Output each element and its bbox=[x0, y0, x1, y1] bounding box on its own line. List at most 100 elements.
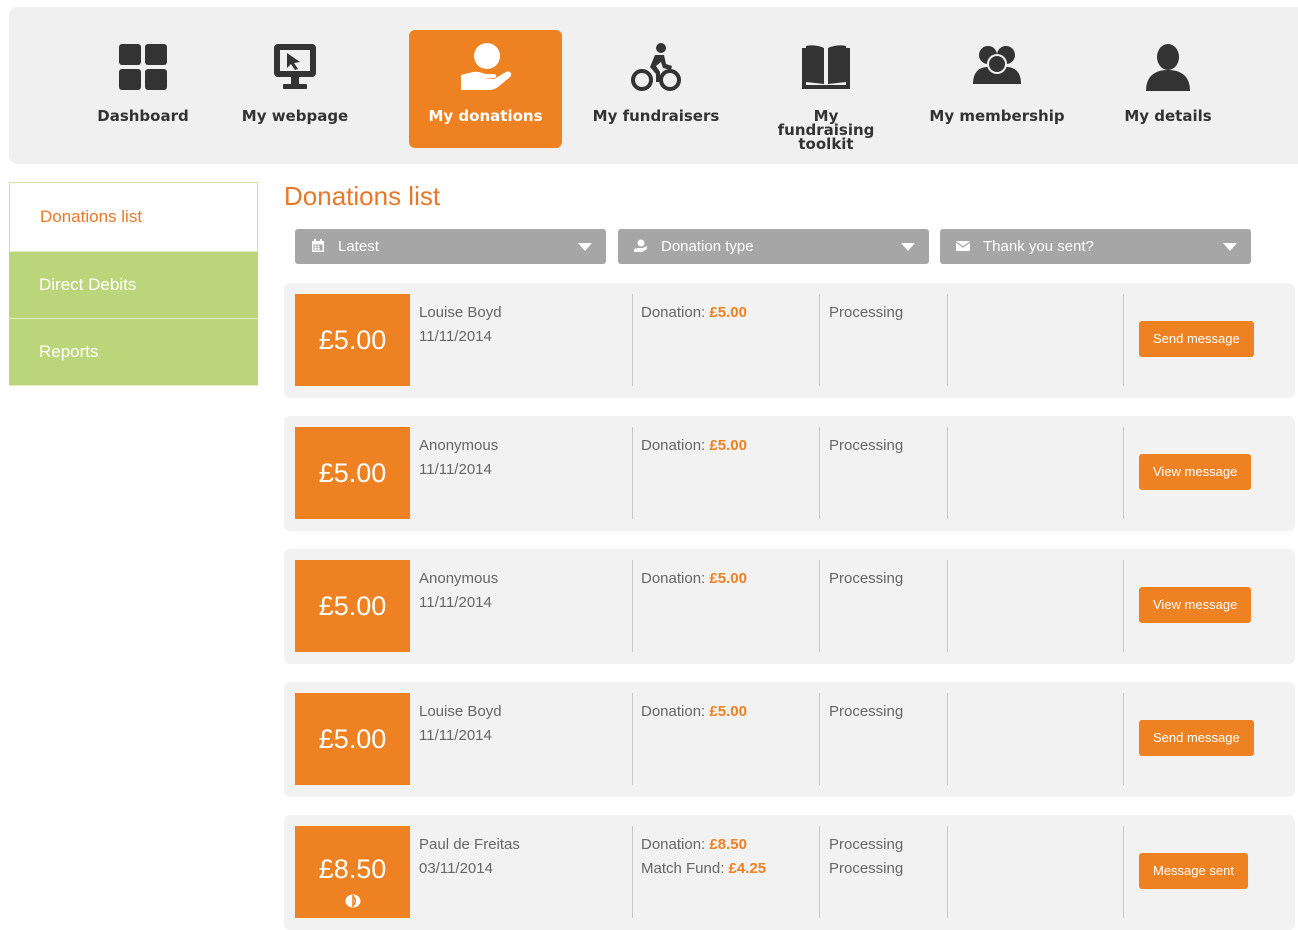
filter-label: Latest bbox=[338, 238, 379, 255]
donor-name: Paul de Freitas bbox=[419, 836, 520, 853]
nav-my-fundraising-toolkit[interactable]: My fundraising toolkit bbox=[751, 30, 901, 153]
donation-status: Processing bbox=[829, 703, 904, 720]
chevron-down-icon bbox=[901, 243, 915, 251]
divider bbox=[1123, 294, 1124, 386]
divider bbox=[1123, 560, 1124, 652]
nav-my-fundraisers[interactable]: My fundraisers bbox=[581, 30, 731, 148]
match-fund-label: Match Fund: bbox=[641, 860, 729, 877]
divider bbox=[632, 826, 633, 918]
nav-label: My membership bbox=[929, 107, 1065, 125]
donation-value: £5.00 bbox=[709, 703, 747, 720]
nav-my-donations[interactable]: My donations bbox=[409, 30, 562, 148]
donor-info: Anonymous 11/11/2014 bbox=[419, 434, 498, 482]
donation-amount-tile: £8.50 bbox=[295, 826, 410, 918]
page-title: Donations list bbox=[284, 181, 441, 211]
donation-hand-icon bbox=[460, 43, 511, 90]
user-icon bbox=[1146, 44, 1190, 91]
filter-thank-you-sent-dropdown[interactable]: Thank you sent? bbox=[940, 229, 1251, 264]
filter-label: Thank you sent? bbox=[983, 238, 1094, 255]
divider bbox=[1123, 427, 1124, 519]
match-fund-icon bbox=[345, 894, 360, 908]
match-fund-status-text: Processing bbox=[829, 860, 904, 877]
sidebar-item-reports[interactable]: Reports bbox=[9, 319, 258, 386]
donation-value: £5.00 bbox=[709, 570, 747, 587]
donation-detail: Donation: £5.00 bbox=[641, 567, 747, 591]
donor-info: Paul de Freitas 03/11/2014 bbox=[419, 833, 520, 881]
cyclist-icon bbox=[631, 43, 681, 91]
divider bbox=[947, 693, 948, 785]
filter-donation-type-dropdown[interactable]: Donation type bbox=[618, 229, 929, 264]
donation-row: £5.00 Anonymous 11/11/2014 Donation: £5.… bbox=[284, 416, 1295, 531]
nav-label: My details bbox=[1124, 107, 1212, 125]
donation-status: Processing bbox=[829, 437, 904, 454]
divider bbox=[632, 693, 633, 785]
match-fund-value: £4.25 bbox=[728, 860, 767, 877]
nav-my-webpage[interactable]: My webpage bbox=[220, 30, 370, 148]
send-message-button[interactable]: Send message bbox=[1139, 720, 1254, 756]
nav-dashboard[interactable]: Dashboard bbox=[68, 30, 218, 148]
nav-label: My fundraisers bbox=[592, 107, 720, 125]
donation-status-text: Processing bbox=[829, 836, 904, 853]
divider bbox=[947, 560, 948, 652]
divider bbox=[632, 560, 633, 652]
send-message-button[interactable]: Send message bbox=[1139, 321, 1254, 357]
donation-value: £5.00 bbox=[709, 304, 747, 321]
book-icon bbox=[802, 45, 850, 89]
monitor-cursor-icon bbox=[274, 44, 316, 89]
view-message-button[interactable]: View message bbox=[1139, 587, 1252, 623]
donation-amount-tile: £5.00 bbox=[295, 294, 410, 386]
donation-detail: Donation: £5.00 bbox=[641, 434, 747, 458]
donor-info: Louise Boyd 11/11/2014 bbox=[419, 700, 502, 748]
chevron-down-icon bbox=[1223, 243, 1237, 251]
top-navigation: Dashboard My webpage My donations My fun… bbox=[9, 7, 1298, 164]
donation-row: £5.00 Louise Boyd 11/11/2014 Donation: £… bbox=[284, 283, 1295, 398]
donation-detail: Donation: £5.00 bbox=[641, 700, 747, 724]
nav-label: Dashboard bbox=[97, 107, 189, 125]
view-message-button[interactable]: View message bbox=[1139, 454, 1252, 490]
donation-amount-tile: £5.00 bbox=[295, 427, 410, 519]
divider bbox=[819, 560, 820, 652]
donation-label: Donation: bbox=[641, 703, 710, 720]
donation-type-icon bbox=[634, 239, 647, 252]
donation-row: £5.00 Louise Boyd 11/11/2014 Donation: £… bbox=[284, 682, 1295, 797]
divider bbox=[947, 427, 948, 519]
sidebar-item-donations-list[interactable]: Donations list bbox=[9, 182, 258, 252]
donor-info: Anonymous 11/11/2014 bbox=[419, 567, 498, 615]
sidebar-item-direct-debits[interactable]: Direct Debits bbox=[9, 252, 258, 319]
donation-status: Processing bbox=[829, 570, 904, 587]
donation-status: Processing Processing bbox=[829, 833, 903, 881]
donation-detail: Donation: £5.00 bbox=[641, 301, 747, 325]
donation-date: 11/11/2014 bbox=[419, 594, 492, 611]
divider bbox=[1123, 693, 1124, 785]
nav-label: My donations bbox=[428, 107, 543, 125]
message-sent-button[interactable]: Message sent bbox=[1139, 853, 1248, 889]
nav-label: My fundraising toolkit bbox=[777, 107, 875, 153]
donation-label: Donation: bbox=[641, 437, 710, 454]
nav-my-membership[interactable]: My membership bbox=[922, 30, 1072, 148]
nav-label: My webpage bbox=[241, 107, 349, 125]
divider bbox=[947, 294, 948, 386]
donation-amount-tile: £5.00 bbox=[295, 693, 410, 785]
filter-label: Donation type bbox=[661, 238, 754, 255]
donor-info: Louise Boyd 11/11/2014 bbox=[419, 301, 502, 349]
donor-name: Anonymous bbox=[419, 570, 499, 587]
divider bbox=[632, 294, 633, 386]
divider bbox=[1123, 826, 1124, 918]
calendar-icon bbox=[312, 239, 324, 252]
donation-label: Donation: bbox=[641, 304, 710, 321]
filter-latest-dropdown[interactable]: Latest bbox=[295, 229, 606, 264]
donation-label: Donation: bbox=[641, 836, 710, 853]
donation-row: £5.00 Anonymous 11/11/2014 Donation: £5.… bbox=[284, 549, 1295, 664]
donation-row: £8.50 Paul de Freitas 03/11/2014 Donatio… bbox=[284, 815, 1295, 930]
sidebar: Donations list Direct Debits Reports bbox=[9, 182, 258, 386]
envelope-icon bbox=[956, 241, 970, 251]
donor-name: Anonymous bbox=[419, 437, 499, 454]
donation-value: £8.50 bbox=[709, 836, 747, 853]
donation-detail: Donation: £8.50 Match Fund: £4.25 bbox=[641, 833, 766, 881]
donation-value: £5.00 bbox=[709, 437, 747, 454]
donation-status: Processing bbox=[829, 304, 904, 321]
nav-my-details[interactable]: My details bbox=[1093, 30, 1243, 148]
divider bbox=[947, 826, 948, 918]
divider bbox=[819, 693, 820, 785]
divider bbox=[819, 427, 820, 519]
